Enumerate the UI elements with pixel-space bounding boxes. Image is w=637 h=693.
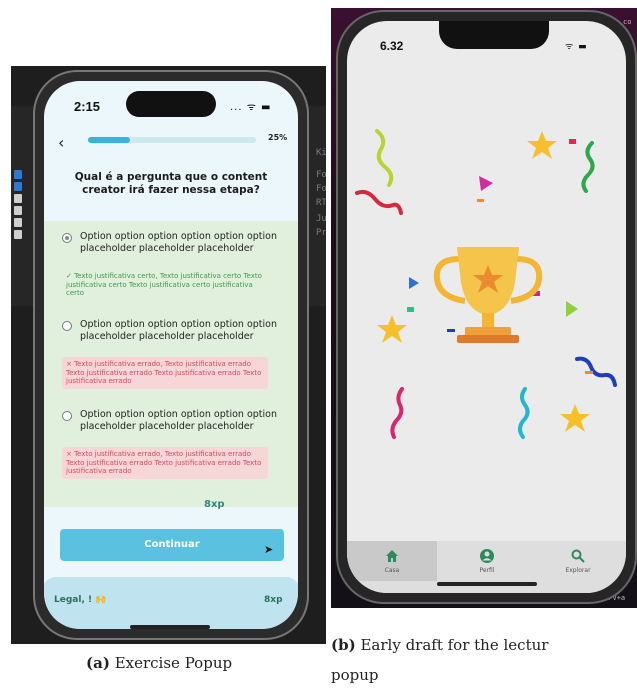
bg-text: Ju — [316, 214, 326, 224]
confetti-squiggle — [581, 141, 595, 193]
xp-reward-floating: 8xp — [204, 499, 225, 510]
caption-b: (b) Early draft for the lectur popup — [331, 630, 637, 690]
home-indicator — [437, 582, 537, 586]
confetti-piece — [477, 199, 484, 202]
tab-label: Perfil — [479, 567, 495, 574]
result-sheet: Legal, ! 🙌 8xp — [44, 577, 298, 629]
phone-frame: 6.32 ᯤ ▬ Casa Perfil Explorar — [336, 10, 637, 604]
confetti-piece — [585, 371, 593, 374]
search-icon — [571, 549, 585, 563]
confetti-piece — [569, 139, 576, 144]
tab-explorar[interactable]: Explorar — [533, 541, 623, 581]
progress-bar — [88, 137, 256, 143]
caption-a-label: (a) — [86, 654, 110, 672]
bg-text: RT — [316, 198, 326, 208]
progress-percent: 25% — [268, 133, 288, 142]
bg-text: Fo — [316, 170, 326, 180]
tab-label: Casa — [384, 567, 400, 574]
feedback-wrong: × Texto justificativa errado, Texto just… — [62, 357, 268, 389]
home-icon — [386, 550, 398, 562]
options-area: Option option option option option optio… — [44, 221, 298, 507]
status-icons: ... ᯤ ▬ — [230, 102, 272, 113]
question-title: Qual é a pergunta que o content creator … — [74, 171, 268, 196]
radio-button[interactable] — [62, 411, 72, 421]
phone-screen: 6.32 ᯤ ▬ Casa Perfil Explorar — [347, 21, 626, 593]
folder-icon — [14, 170, 22, 179]
result-xp: 8xp — [264, 595, 283, 605]
file-icon — [14, 206, 22, 215]
folder-icon — [14, 182, 22, 191]
phone-frame: 2:15 ... ᯤ ▬ ‹ 25% Qual é a pergunta que… — [33, 70, 309, 640]
confetti-triangle — [479, 176, 493, 191]
lecture-popup-screenshot: co ns0 +5ryVTPV+a 6.32 ᯤ ▬ — [331, 8, 637, 608]
bg-text: Fo — [316, 184, 326, 194]
tab-casa[interactable]: Casa — [347, 541, 437, 581]
feedback-correct: ✓ Texto justificativa certo, Texto justi… — [66, 272, 262, 297]
bg-text: Pr — [316, 228, 326, 238]
radio-button[interactable] — [62, 321, 72, 331]
tab-label: Explorar — [565, 567, 591, 574]
confetti-piece — [447, 329, 455, 332]
tab-perfil[interactable]: Perfil — [442, 541, 532, 581]
status-time: 2:15 — [74, 99, 101, 114]
confetti-squiggle — [518, 387, 530, 439]
feedback-wrong: × Texto justificativa errado, Texto just… — [62, 447, 268, 479]
caption-b-text-cont: popup — [331, 666, 379, 684]
mouse-cursor-icon: ➤ — [264, 543, 274, 556]
confetti-piece — [407, 307, 414, 312]
caption-a: (a) Exercise Popup — [86, 648, 232, 678]
star-icon — [377, 315, 407, 343]
confetti-triangle — [566, 301, 578, 317]
confetti-squiggle — [355, 189, 403, 215]
option-text: Option option option option option optio… — [80, 319, 278, 342]
caption-b-text: Early draft for the lectur — [360, 636, 549, 654]
continue-button[interactable]: Continuar — [60, 529, 284, 561]
result-message: Legal, ! 🙌 — [54, 595, 107, 605]
star-icon — [527, 131, 557, 159]
dynamic-island — [126, 91, 216, 117]
trophy-icon — [433, 247, 543, 343]
profile-icon — [480, 549, 494, 563]
caption-b-label: (b) — [331, 636, 356, 654]
radio-button-selected[interactable] — [62, 233, 72, 243]
phone-screen: 2:15 ... ᯤ ▬ ‹ 25% Qual é a pergunta que… — [44, 81, 298, 629]
celebration-illustration — [355, 129, 617, 439]
option-text: Option option option option option optio… — [80, 231, 278, 254]
back-button[interactable]: ‹ — [58, 133, 64, 152]
progress-fill — [88, 137, 130, 143]
file-icon — [14, 218, 22, 227]
confetti-squiggle — [390, 387, 404, 439]
caption-a-text: Exercise Popup — [114, 654, 233, 672]
home-indicator — [130, 625, 210, 629]
file-icon — [14, 230, 22, 239]
confetti-squiggle — [375, 129, 394, 187]
file-icon — [14, 194, 22, 203]
exercise-popup-screenshot: Kie Fo Fo RT Ju Pr 2:15 ... ᯤ ▬ ‹ 25% Qu… — [11, 66, 326, 644]
confetti-squiggle — [575, 356, 617, 387]
confetti-triangle — [409, 277, 419, 289]
option-text: Option option option option option optio… — [80, 409, 278, 432]
star-icon — [560, 404, 590, 432]
bg-text: Kie — [316, 148, 326, 158]
